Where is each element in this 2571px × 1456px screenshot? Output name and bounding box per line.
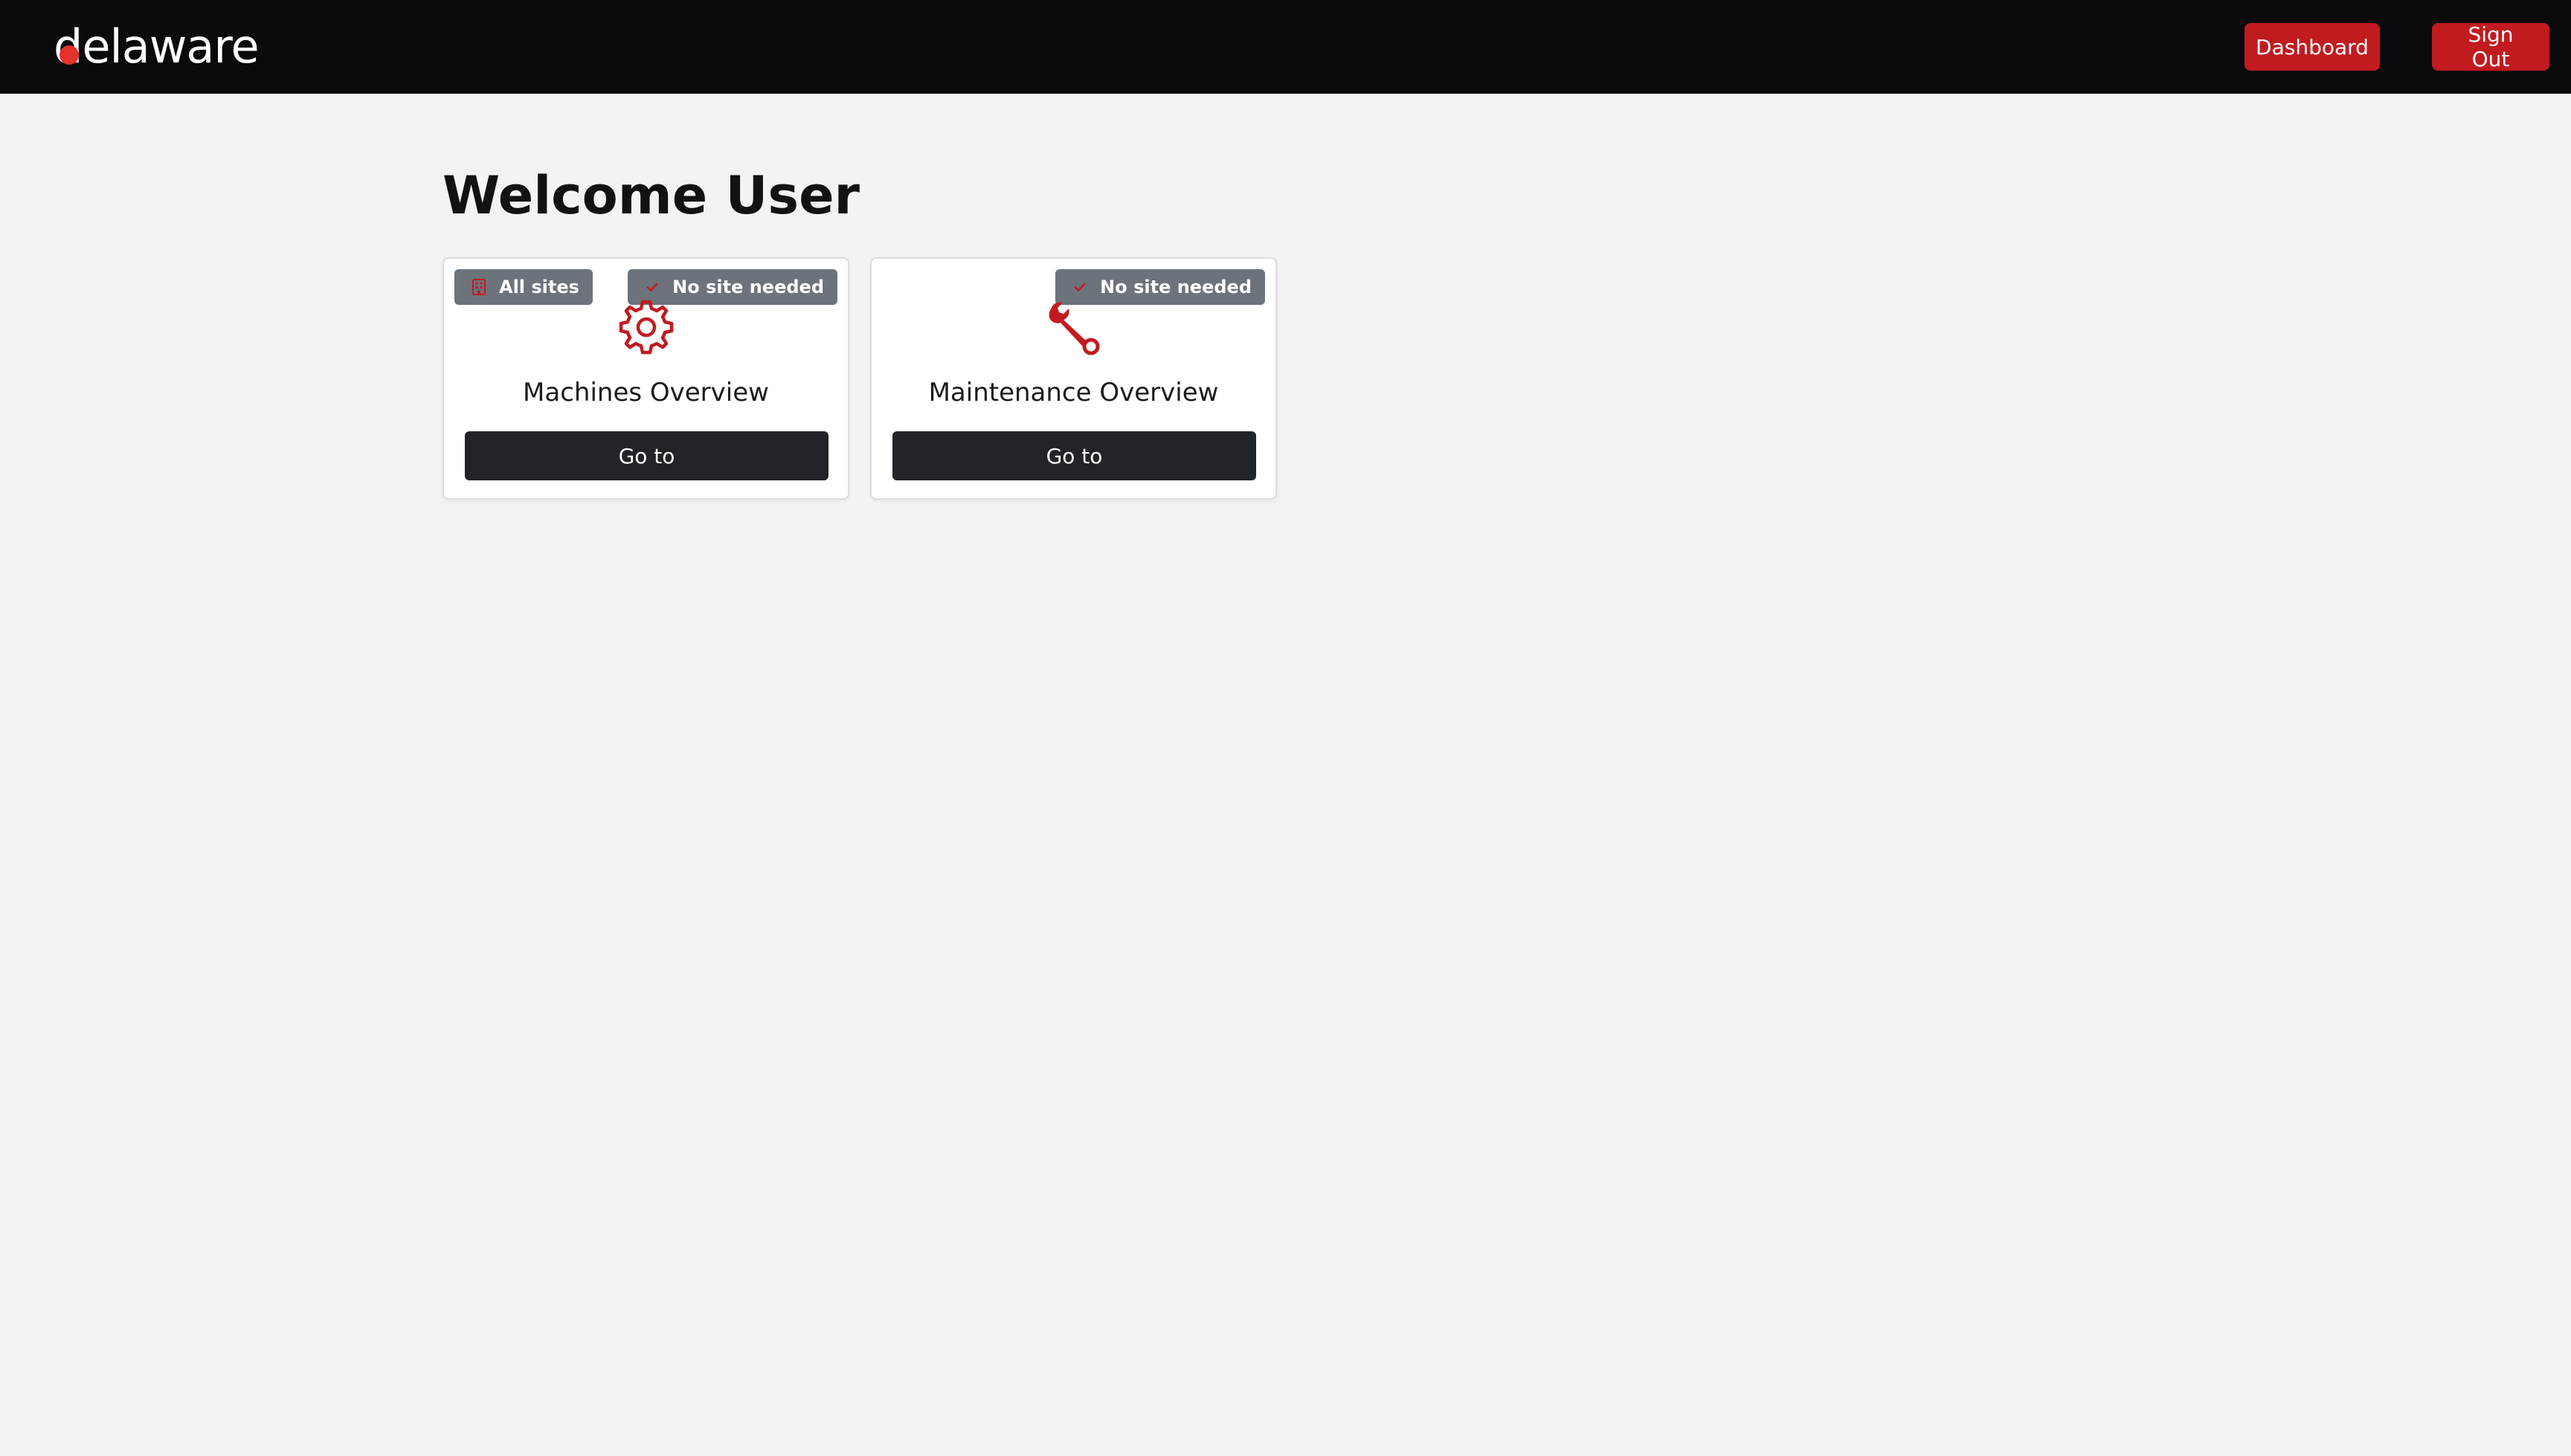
dashboard-button[interactable]: Dashboard	[2245, 23, 2380, 71]
logo-d: d	[54, 19, 83, 74]
check-icon	[1070, 277, 1090, 297]
badge-all-sites: All sites	[454, 269, 593, 305]
card-title: Maintenance Overview	[928, 378, 1219, 408]
gear-icon	[617, 297, 676, 357]
card-maintenance-overview: No site needed Maintenance Overview Go t…	[870, 257, 1277, 500]
sign-out-button[interactable]: Sign Out	[2432, 22, 2549, 71]
card-machines-overview: All sites No site needed Machines Overvi…	[443, 257, 849, 500]
badge-label: No site needed	[1100, 277, 1252, 297]
logo-dot	[59, 45, 79, 65]
brand-logo[interactable]: delaware	[54, 16, 260, 76]
go-to-machines-button[interactable]: Go to	[465, 431, 828, 480]
badge-label: All sites	[499, 277, 579, 297]
card-list: All sites No site needed Machines Overvi…	[443, 257, 1277, 500]
brand-text: elaware	[82, 19, 259, 74]
check-icon	[643, 277, 662, 297]
wrench-icon	[1044, 297, 1104, 357]
badge-label: No site needed	[672, 277, 824, 297]
go-to-maintenance-button[interactable]: Go to	[892, 431, 1256, 480]
top-navbar: delaware Dashboard Sign Out	[0, 0, 2571, 94]
card-title: Machines Overview	[523, 378, 769, 408]
page-title: Welcome User	[443, 165, 860, 226]
building-icon	[469, 277, 489, 297]
